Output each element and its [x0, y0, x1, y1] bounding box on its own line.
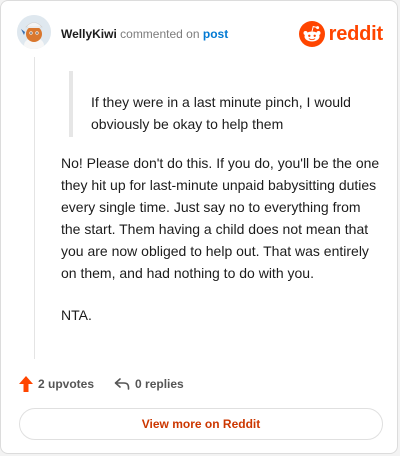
- post-link[interactable]: post: [203, 27, 228, 41]
- thread-line: [34, 57, 35, 359]
- reply-button[interactable]: 0 replies: [114, 377, 184, 391]
- view-more-button[interactable]: View more on Reddit: [19, 408, 383, 440]
- user-avatar[interactable]: [17, 15, 51, 49]
- comment-paragraph-2: NTA.: [61, 307, 92, 323]
- reply-arrow-icon: [114, 378, 130, 390]
- reddit-brand[interactable]: reddit: [298, 21, 384, 47]
- comment-paragraph-1: No! Please don't do this. If you do, you…: [61, 155, 380, 281]
- upvote-button[interactable]: 2 upvotes: [19, 376, 94, 392]
- upvote-arrow-icon: [19, 376, 33, 392]
- username[interactable]: WellyKiwi: [61, 27, 117, 41]
- quoted-text: If they were in a last minute pinch, I w…: [91, 94, 351, 132]
- comment-actions: 2 upvotes 0 replies: [19, 374, 184, 394]
- comment-card: WellyKiwi commented on post reddit If th…: [0, 0, 398, 454]
- upvote-count: 2 upvotes: [38, 377, 95, 391]
- comment-action-text: commented on: [120, 27, 200, 41]
- reply-count: 0 replies: [135, 377, 184, 391]
- reddit-wordmark: reddit: [328, 22, 384, 45]
- quote-bar: [69, 71, 73, 137]
- comment-body: No! Please don't do this. If you do, you…: [61, 152, 381, 346]
- avatar-icon: [17, 15, 51, 49]
- comment-header: WellyKiwi commented on post: [61, 26, 228, 42]
- reddit-logo-icon: [298, 21, 325, 47]
